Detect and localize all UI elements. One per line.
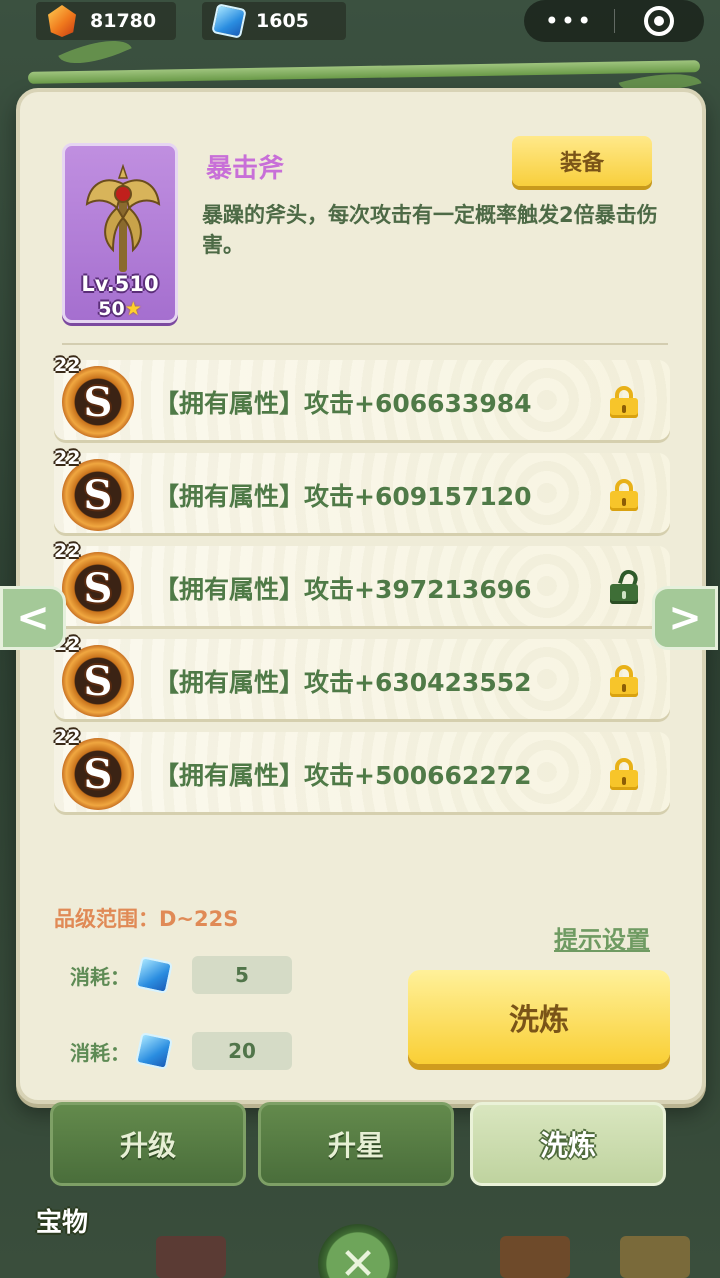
- axe-icon: [85, 164, 161, 272]
- lock-icon[interactable]: [610, 665, 638, 697]
- item-card: Lv.510 50★: [62, 143, 178, 323]
- cost-row-multi: 消耗： 20: [70, 1032, 292, 1070]
- star-value: 50: [98, 298, 125, 320]
- attribute-row: S 22 【拥有属性】攻击+630423552: [54, 633, 670, 719]
- attribute-row: S 22 【拥有属性】攻击+609157120: [54, 447, 670, 533]
- divider: [62, 343, 668, 345]
- blue-crystal-icon: [210, 3, 247, 39]
- item-description: 暴躁的斧头，每次攻击有一定概率触发2倍暴击伤害。: [202, 203, 658, 257]
- item-name: 暴击斧: [206, 154, 285, 184]
- grade-number: 22: [54, 354, 81, 376]
- fire-gem-counter[interactable]: 81780: [36, 2, 176, 40]
- attribute-text: 【拥有属性】攻击+500662272: [154, 761, 532, 790]
- item-level: Lv.510: [81, 272, 159, 296]
- drum-icon[interactable]: [500, 1236, 570, 1278]
- tab-upgrade[interactable]: 升级: [50, 1102, 246, 1186]
- fire-gem-icon: [44, 3, 80, 39]
- close-icon: ✕: [339, 1238, 377, 1278]
- cost-value: 5: [192, 956, 292, 994]
- tab-star-up[interactable]: 升星: [258, 1102, 454, 1186]
- fire-gem-value: 81780: [90, 10, 157, 32]
- attribute-row: S 22 【拥有属性】攻击+397213696: [54, 540, 670, 626]
- attribute-text: 【拥有属性】攻击+606633984: [154, 389, 532, 418]
- lock-icon[interactable]: [610, 758, 638, 790]
- grade-letter: S: [83, 564, 113, 612]
- grade-badge: S: [62, 366, 134, 438]
- grade-badge: S: [62, 645, 134, 717]
- grade-badge: S: [62, 552, 134, 624]
- grade-letter: S: [83, 657, 113, 705]
- grade-badge: S: [62, 738, 134, 810]
- scroll-icon[interactable]: [620, 1236, 690, 1278]
- refine-button[interactable]: 洗炼: [408, 970, 670, 1064]
- treasure-label[interactable]: 宝物: [36, 1202, 88, 1239]
- star-icon: ★: [124, 298, 142, 320]
- cost-value: 20: [192, 1032, 292, 1070]
- attribute-text: 【拥有属性】攻击+609157120: [154, 482, 532, 511]
- equip-button[interactable]: 装备: [512, 136, 652, 186]
- blue-crystal-icon: [135, 1032, 173, 1070]
- attribute-row: S 22 【拥有属性】攻击+500662272: [54, 726, 670, 812]
- more-options-button[interactable]: •••: [524, 7, 614, 35]
- mini-program-capsule: •••: [524, 0, 704, 42]
- grade-number: 22: [54, 540, 81, 562]
- target-icon: [644, 6, 674, 36]
- lock-icon[interactable]: [610, 479, 638, 511]
- grade-letter: S: [83, 750, 113, 798]
- panel-bamboo-trim: [27, 60, 701, 84]
- blue-crystal-value: 1605: [256, 10, 309, 32]
- grade-number: 22: [54, 726, 81, 748]
- chevron-left-icon: <: [16, 595, 50, 641]
- item-star-count: 50★: [65, 298, 175, 320]
- blue-crystal-icon: [135, 956, 173, 994]
- chevron-right-icon: >: [668, 595, 702, 641]
- prev-item-button[interactable]: <: [0, 586, 66, 650]
- lock-icon[interactable]: [610, 386, 638, 418]
- attribute-text: 【拥有属性】攻击+397213696: [154, 575, 532, 604]
- close-program-button[interactable]: [615, 6, 703, 36]
- next-item-button[interactable]: >: [652, 586, 718, 650]
- cost-row-single: 消耗： 5: [70, 956, 292, 994]
- close-panel-button[interactable]: ✕: [318, 1224, 398, 1278]
- grade-letter: S: [83, 378, 113, 426]
- grade-badge: S: [62, 459, 134, 531]
- cost-label: 消耗：: [70, 1040, 130, 1065]
- cost-label: 消耗：: [70, 964, 130, 989]
- grade-number: 22: [54, 447, 81, 469]
- blue-crystal-counter[interactable]: 1605: [202, 2, 346, 40]
- unlock-icon[interactable]: [610, 567, 641, 604]
- grade-letter: S: [83, 471, 113, 519]
- tip-settings-link[interactable]: 提示设置: [554, 920, 650, 955]
- grade-range-text: 品级范围：D~22S: [54, 907, 239, 931]
- tab-refine[interactable]: 洗炼: [470, 1102, 666, 1186]
- attribute-text: 【拥有属性】攻击+630423552: [154, 668, 532, 697]
- book-icon[interactable]: [156, 1236, 226, 1278]
- attribute-row: S 22 【拥有属性】攻击+606633984: [54, 354, 670, 440]
